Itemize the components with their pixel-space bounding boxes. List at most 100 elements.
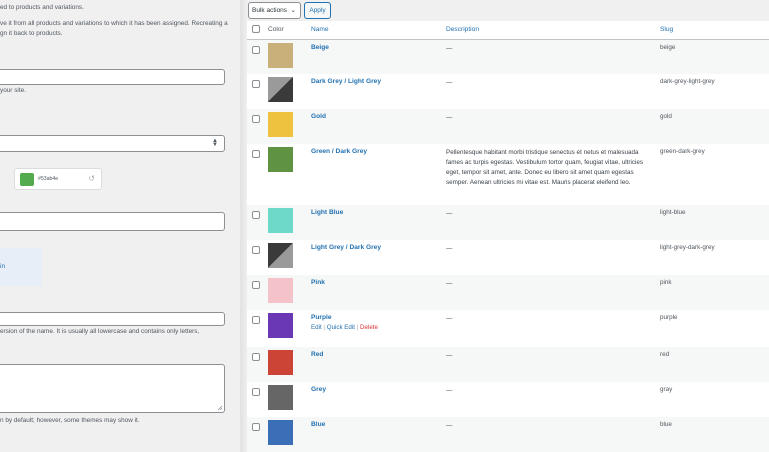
quick-edit-link[interactable]: Quick Edit xyxy=(327,324,355,331)
slug-help: ersion of the name. It is usually all lo… xyxy=(0,328,200,335)
term-name-link[interactable]: Light Grey / Dark Grey xyxy=(311,244,445,251)
name-input[interactable] xyxy=(0,69,225,85)
term-description: — xyxy=(446,44,453,52)
description-cell: — xyxy=(445,205,660,240)
color-cell xyxy=(264,74,310,109)
slug-cell: light-grey-dark-grey xyxy=(660,240,769,275)
row-checkbox[interactable] xyxy=(252,388,260,396)
term-name-link[interactable]: Blue xyxy=(311,421,445,428)
apply-button[interactable]: Apply xyxy=(304,2,331,19)
color-swatch xyxy=(268,42,293,68)
row-checkbox[interactable] xyxy=(252,211,260,219)
term-slug: dark-grey-light-grey xyxy=(660,78,715,85)
edit-link[interactable]: Edit xyxy=(311,324,322,331)
term-name-link[interactable]: Light Blue xyxy=(311,209,445,216)
row-checkbox-cell xyxy=(247,417,264,452)
resize-handle-icon[interactable] xyxy=(217,405,223,411)
name-cell: Dark Grey / Light Grey xyxy=(310,74,445,109)
slug-cell: green-dark-grey xyxy=(660,144,769,205)
table-header-row: Color Name Description Slug xyxy=(247,21,769,40)
table-row: Purple Edit | Quick Edit | Delete — purple xyxy=(247,310,769,347)
color-cell xyxy=(264,144,310,205)
row-checkbox[interactable] xyxy=(252,80,260,88)
table-row: Blue — blue xyxy=(247,417,769,452)
description-cell: — xyxy=(445,74,660,109)
form-help-top-3: gn it back to products. xyxy=(0,30,63,37)
color-picker[interactable]: #53ab4e ↺ xyxy=(14,168,102,190)
row-checkbox[interactable] xyxy=(252,45,260,54)
name-cell: Gold xyxy=(310,109,445,144)
term-slug: purple xyxy=(660,314,678,321)
color-swatch xyxy=(268,77,293,102)
description-cell: — xyxy=(445,417,660,452)
term-name-link[interactable]: Purple xyxy=(311,314,445,321)
name-cell: Pink xyxy=(310,275,445,310)
description-textarea[interactable] xyxy=(0,364,225,413)
term-name-link[interactable]: Green / Dark Grey xyxy=(311,148,445,155)
term-description: — xyxy=(446,352,453,359)
term-slug: pink xyxy=(660,279,672,286)
term-description: — xyxy=(446,387,453,394)
term-slug: gray xyxy=(660,386,673,393)
terms-table: Color Name Description Slug Beige — beige D… xyxy=(247,21,769,452)
row-checkbox[interactable] xyxy=(252,353,260,361)
color-swatch[interactable] xyxy=(20,173,34,186)
column-description[interactable]: Description xyxy=(445,21,660,40)
row-checkbox-cell xyxy=(247,205,264,240)
reset-color-icon[interactable]: ↺ xyxy=(88,174,95,183)
row-checkbox[interactable] xyxy=(252,115,260,123)
term-description: — xyxy=(446,280,453,287)
image-upload-button[interactable]: in xyxy=(0,248,42,286)
select-arrows-icon: ▲ ▼ xyxy=(212,138,218,148)
row-checkbox[interactable] xyxy=(252,150,260,158)
name-cell: Red xyxy=(310,347,445,382)
select-all-cell xyxy=(247,21,264,40)
row-action-separator: | xyxy=(356,324,359,331)
row-checkbox[interactable] xyxy=(252,316,260,324)
term-description: — xyxy=(446,245,453,252)
slug-cell: red xyxy=(660,347,769,382)
bulk-actions-select[interactable]: Bulk actions ⌄ xyxy=(248,2,301,19)
table-row: Dark Grey / Light Grey — dark-grey-light-g… xyxy=(247,74,769,109)
color-swatch xyxy=(268,420,293,445)
row-checkbox[interactable] xyxy=(252,246,260,254)
column-name[interactable]: Name xyxy=(310,21,445,40)
slug-cell: light-blue xyxy=(660,205,769,240)
term-name-link[interactable]: Red xyxy=(311,351,445,358)
column-color: Color xyxy=(264,21,310,40)
term-name-link[interactable]: Gold xyxy=(311,113,445,120)
form-help-top: ed to products and variations. xyxy=(0,4,84,11)
term-name-link[interactable]: Pink xyxy=(311,279,445,286)
image-upload-label: in xyxy=(0,263,6,270)
color-swatch xyxy=(268,313,293,338)
row-checkbox-cell xyxy=(247,74,264,109)
column-slug[interactable]: Slug xyxy=(660,21,769,40)
term-name-link[interactable]: Beige xyxy=(311,44,445,51)
description-cell: Pellentesque habitant morbi tristique se… xyxy=(445,144,660,205)
name-cell: Light Blue xyxy=(310,205,445,240)
term-slug: green-dark-grey xyxy=(660,148,705,155)
description-cell: — xyxy=(445,347,660,382)
row-checkbox[interactable] xyxy=(252,423,260,431)
table-row: Light Grey / Dark Grey — light-grey-dark-g… xyxy=(247,240,769,275)
row-checkbox-cell xyxy=(247,39,264,74)
term-name-link[interactable]: Dark Grey / Light Grey xyxy=(311,78,445,85)
chevron-down-icon: ⌄ xyxy=(290,7,296,14)
delete-link[interactable]: Delete xyxy=(360,324,378,331)
term-description: — xyxy=(446,79,453,86)
slug-cell: gray xyxy=(660,382,769,417)
term-name-link[interactable]: Grey xyxy=(311,386,445,393)
table-row: Light Blue — light-blue xyxy=(247,205,769,240)
color-cell xyxy=(264,109,310,144)
image-url-input[interactable] xyxy=(0,212,225,231)
table-row: Green / Dark Grey Pellentesque habitant m… xyxy=(247,144,769,205)
description-cell: — xyxy=(445,39,660,74)
name-cell: Beige xyxy=(310,39,445,74)
table-row: Beige — beige xyxy=(247,39,769,74)
parent-select[interactable]: ▲ ▼ xyxy=(0,135,225,152)
select-all-checkbox[interactable] xyxy=(252,24,260,33)
term-slug: light-grey-dark-grey xyxy=(660,244,715,251)
slug-input[interactable] xyxy=(0,312,225,326)
row-checkbox[interactable] xyxy=(252,281,260,289)
row-checkbox-cell xyxy=(247,240,264,275)
